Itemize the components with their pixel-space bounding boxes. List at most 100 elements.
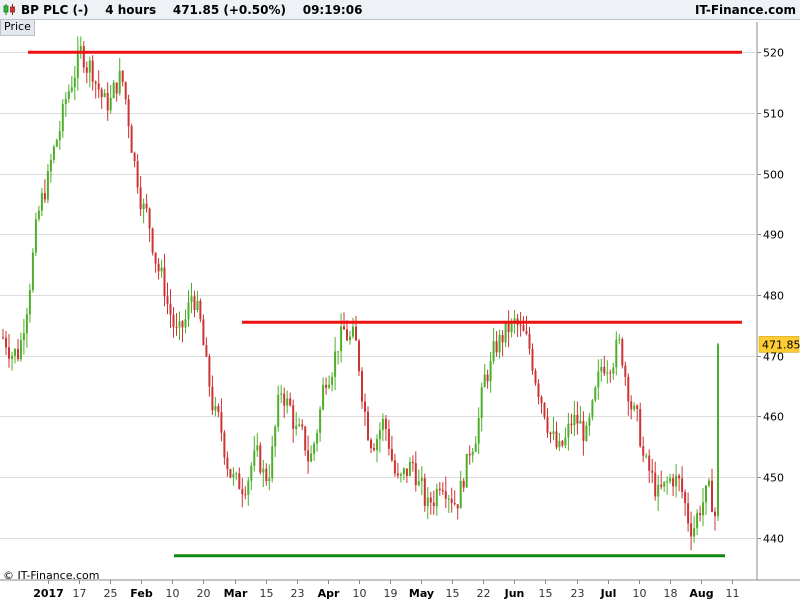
price-chart: 440450460470480490500510520 2017 17 25 Feb 1… — [0, 22, 800, 600]
bullish-candle-body — [702, 502, 704, 516]
bullish-candle-body — [22, 333, 25, 340]
bullish-candle-body — [277, 394, 280, 427]
bearish-candle-body — [549, 432, 552, 434]
bullish-candle-body — [408, 462, 411, 476]
bullish-candle-body — [331, 376, 334, 385]
bullish-candle-body — [474, 443, 477, 452]
bullish-candle-body — [271, 446, 274, 479]
x-tick-label: 15 — [539, 587, 553, 600]
x-tick-label: 23 — [571, 587, 585, 600]
bullish-candle-body — [471, 451, 474, 456]
bullish-candle-body — [79, 46, 82, 51]
bullish-candle-body — [49, 160, 52, 172]
bearish-candle-body — [181, 321, 184, 328]
bearish-candle-body — [205, 345, 208, 357]
bullish-candle-body — [693, 528, 696, 537]
bearish-candle-body — [220, 412, 223, 433]
bullish-candle-body — [235, 473, 238, 475]
bearish-candle-body — [672, 478, 675, 487]
bearish-candle-body — [396, 473, 399, 476]
bearish-candle-body — [450, 498, 453, 503]
bearish-candle-body — [343, 326, 345, 330]
bearish-candle-body — [85, 67, 88, 73]
bearish-candle-body — [175, 327, 178, 328]
trend-lines — [28, 50, 742, 558]
bullish-candle-body — [190, 296, 193, 303]
bearish-candle-body — [624, 365, 627, 377]
price-tab[interactable]: Price — [0, 20, 35, 36]
bearish-candle-body — [384, 418, 387, 429]
bearish-candle-body — [651, 470, 654, 473]
x-tick-label: Feb — [130, 587, 153, 600]
bearish-candle-body — [2, 337, 4, 339]
bullish-candle-body — [88, 60, 91, 73]
gridlines — [0, 22, 800, 581]
bearish-candle-body — [393, 460, 396, 474]
bullish-candle-body — [402, 468, 405, 475]
bullish-candle-body — [447, 498, 450, 500]
bearish-candle-body — [687, 503, 690, 524]
bullish-candle-body — [399, 474, 402, 476]
x-tick-label: 2017 — [33, 587, 64, 600]
bearish-candle-body — [405, 468, 408, 477]
bearish-candle-body — [486, 374, 489, 382]
x-tick-label: Jun — [504, 587, 525, 600]
bullish-candle-body — [328, 384, 331, 388]
bullish-candle-body — [256, 445, 259, 451]
bullish-candle-body — [196, 300, 199, 311]
bearish-candle-body — [121, 70, 124, 83]
y-tick-label: 480 — [763, 290, 784, 303]
x-tick-label: 10 — [633, 587, 647, 600]
bearish-candle-body — [17, 349, 19, 359]
x-tick-label: Apr — [318, 587, 340, 600]
bearish-candle-body — [678, 475, 681, 479]
bullish-candle-body — [420, 478, 423, 482]
bullish-candle-body — [31, 252, 34, 291]
bearish-candle-body — [259, 445, 262, 473]
bullish-candle-body — [28, 290, 31, 315]
bullish-candle-body — [187, 302, 190, 320]
y-tick-label: 520 — [763, 47, 784, 60]
y-tick-label: 440 — [763, 533, 784, 546]
bullish-candle-body — [465, 453, 468, 488]
bearish-candle-body — [136, 161, 139, 188]
bearish-candle-body — [414, 463, 417, 486]
bullish-candle-body — [663, 481, 666, 487]
bullish-candle-body — [633, 405, 636, 410]
y-tick-label: 500 — [763, 169, 784, 182]
bearish-candle-body — [543, 403, 546, 418]
bearish-candle-body — [172, 314, 175, 327]
bearish-candle-body — [106, 93, 109, 111]
bearish-candle-body — [456, 504, 459, 509]
x-tick-label: Mar — [224, 587, 248, 600]
bullish-candle-body — [64, 98, 67, 105]
bearish-candle-body — [411, 462, 414, 464]
bullish-candle-body — [55, 140, 58, 147]
bearish-candle-body — [636, 405, 639, 409]
bullish-candle-body — [178, 321, 181, 328]
bullish-candle-body — [34, 219, 37, 253]
bearish-candle-body — [711, 480, 713, 512]
bullish-candle-body — [112, 82, 115, 99]
bullish-candle-body — [316, 432, 319, 444]
bearish-candle-body — [648, 455, 651, 471]
bullish-candle-body — [109, 98, 112, 111]
x-tick-label: 11 — [726, 587, 740, 600]
bearish-candle-body — [367, 411, 369, 440]
bearish-candle-body — [423, 478, 426, 506]
bullish-candle-body — [696, 513, 699, 529]
bearish-candle-body — [208, 356, 211, 387]
bearish-candle-body — [546, 417, 549, 433]
bearish-candle-body — [531, 348, 534, 371]
bearish-candle-body — [265, 468, 268, 481]
bullish-candle-body — [337, 351, 340, 353]
bullish-candle-body — [250, 465, 253, 481]
bullish-candle-body — [645, 455, 648, 457]
bullish-candle-body — [46, 171, 49, 200]
bearish-candle-body — [361, 371, 363, 402]
bearish-candle-body — [501, 334, 504, 343]
bearish-candle-body — [355, 326, 357, 341]
bearish-candle-body — [462, 480, 465, 488]
bearish-candle-body — [100, 89, 103, 97]
bearish-candle-body — [444, 491, 447, 499]
